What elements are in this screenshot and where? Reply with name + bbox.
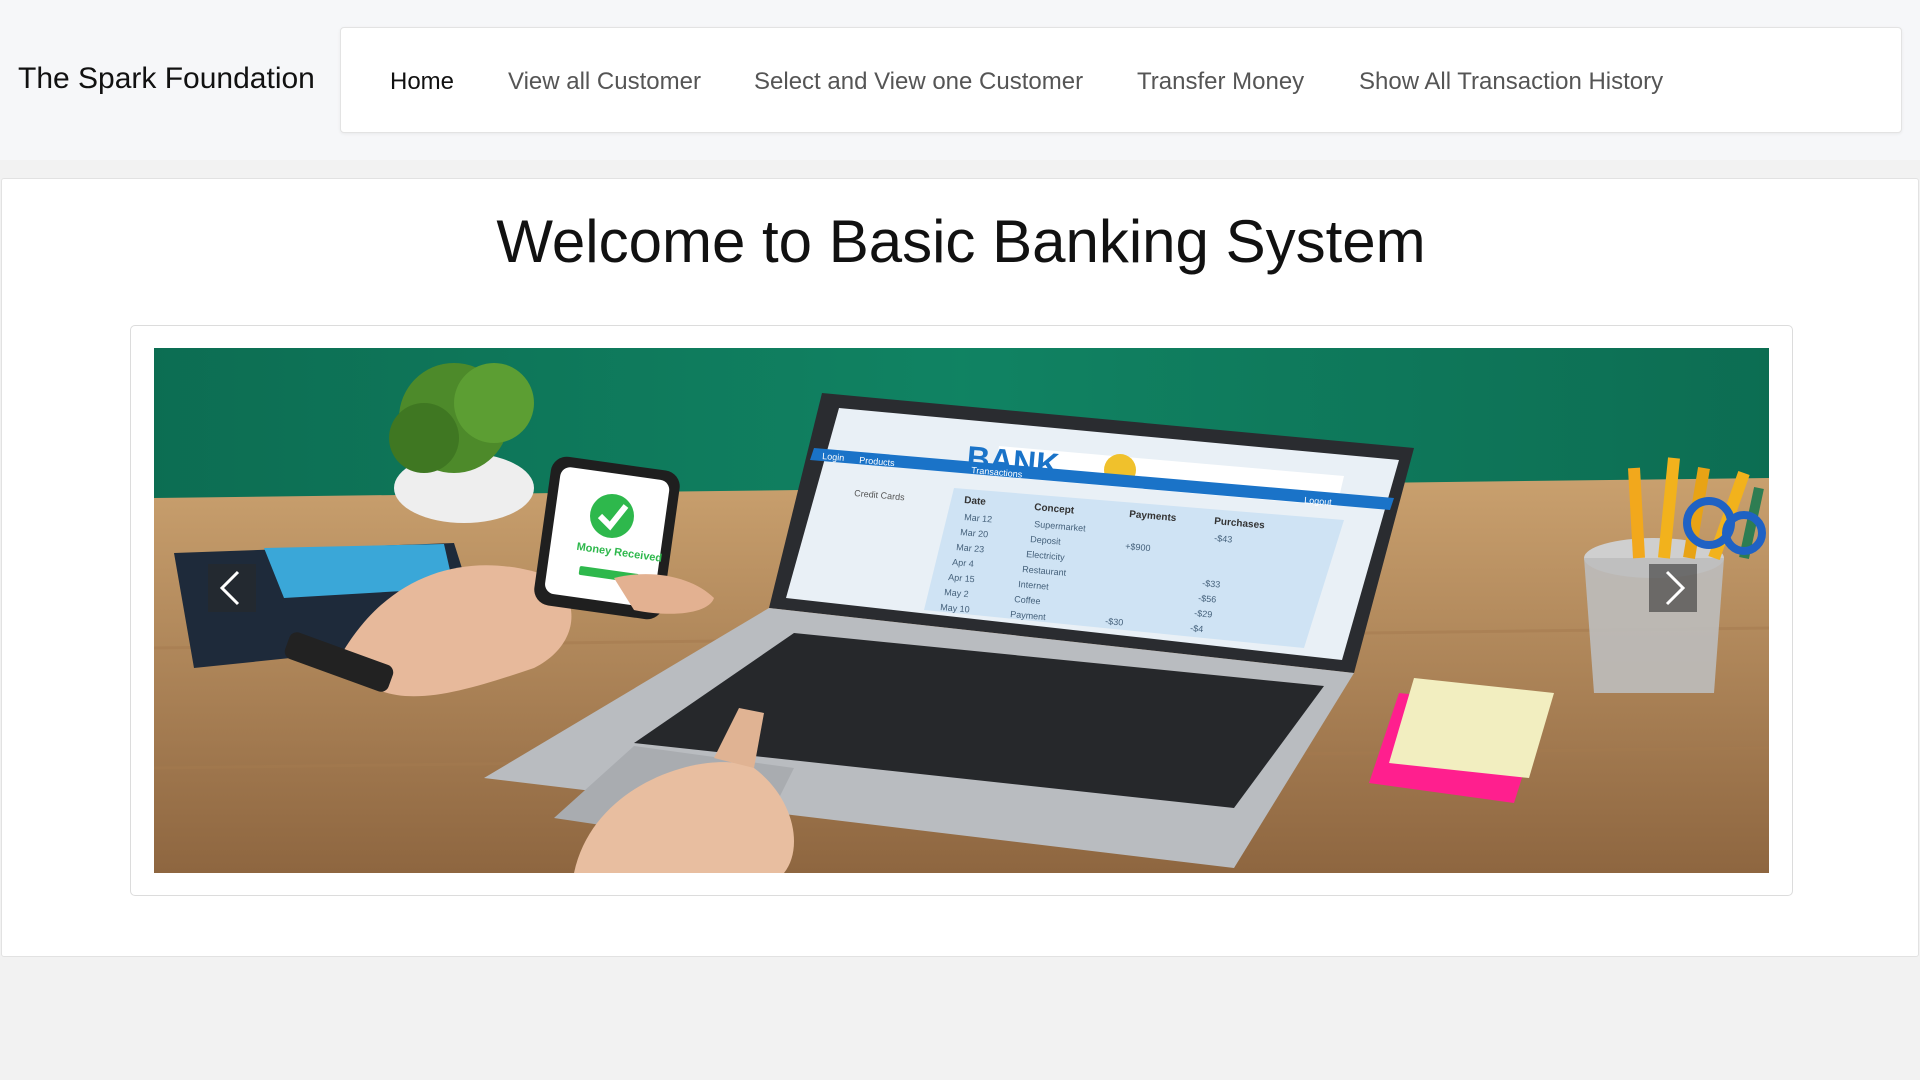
carousel-next-button[interactable] bbox=[1649, 564, 1697, 612]
screen-table-header: Date bbox=[964, 495, 987, 508]
nav-view-all-customer[interactable]: View all Customer bbox=[508, 68, 701, 96]
carousel-slide-image: BANK Login Products Transactions Logout … bbox=[154, 348, 1769, 873]
top-bar: The Spark Foundation Home View all Custo… bbox=[0, 0, 1920, 160]
nav-bar: Home View all Customer Select and View o… bbox=[340, 27, 1902, 133]
screen-table-cell: Apr 4 bbox=[952, 557, 974, 569]
chevron-left-icon bbox=[219, 570, 240, 606]
main-panel: Welcome to Basic Banking System BANK Log… bbox=[1, 178, 1919, 957]
screen-table-cell: -$29 bbox=[1194, 608, 1213, 620]
carousel: BANK Login Products Transactions Logout … bbox=[130, 325, 1793, 896]
carousel-prev-button[interactable] bbox=[208, 564, 256, 612]
screen-table-cell: -$30 bbox=[1105, 616, 1124, 628]
page-title: Welcome to Basic Banking System bbox=[496, 208, 1426, 275]
screen-menu-login: Login bbox=[822, 451, 845, 463]
nav-home[interactable]: Home bbox=[390, 68, 454, 96]
screen-table-cell: -$43 bbox=[1214, 533, 1233, 545]
nav-transfer-money[interactable]: Transfer Money bbox=[1137, 68, 1304, 96]
screen-table-cell: -$56 bbox=[1198, 593, 1217, 605]
screen-table-cell: -$33 bbox=[1202, 578, 1221, 590]
screen-table-cell: May 2 bbox=[944, 587, 969, 599]
nav-select-view-one-customer[interactable]: Select and View one Customer bbox=[754, 68, 1083, 96]
chevron-right-icon bbox=[1665, 570, 1686, 606]
screen-table-cell: -$4 bbox=[1190, 623, 1204, 634]
nav-transaction-history[interactable]: Show All Transaction History bbox=[1359, 68, 1663, 96]
brand-name[interactable]: The Spark Foundation bbox=[18, 62, 315, 96]
